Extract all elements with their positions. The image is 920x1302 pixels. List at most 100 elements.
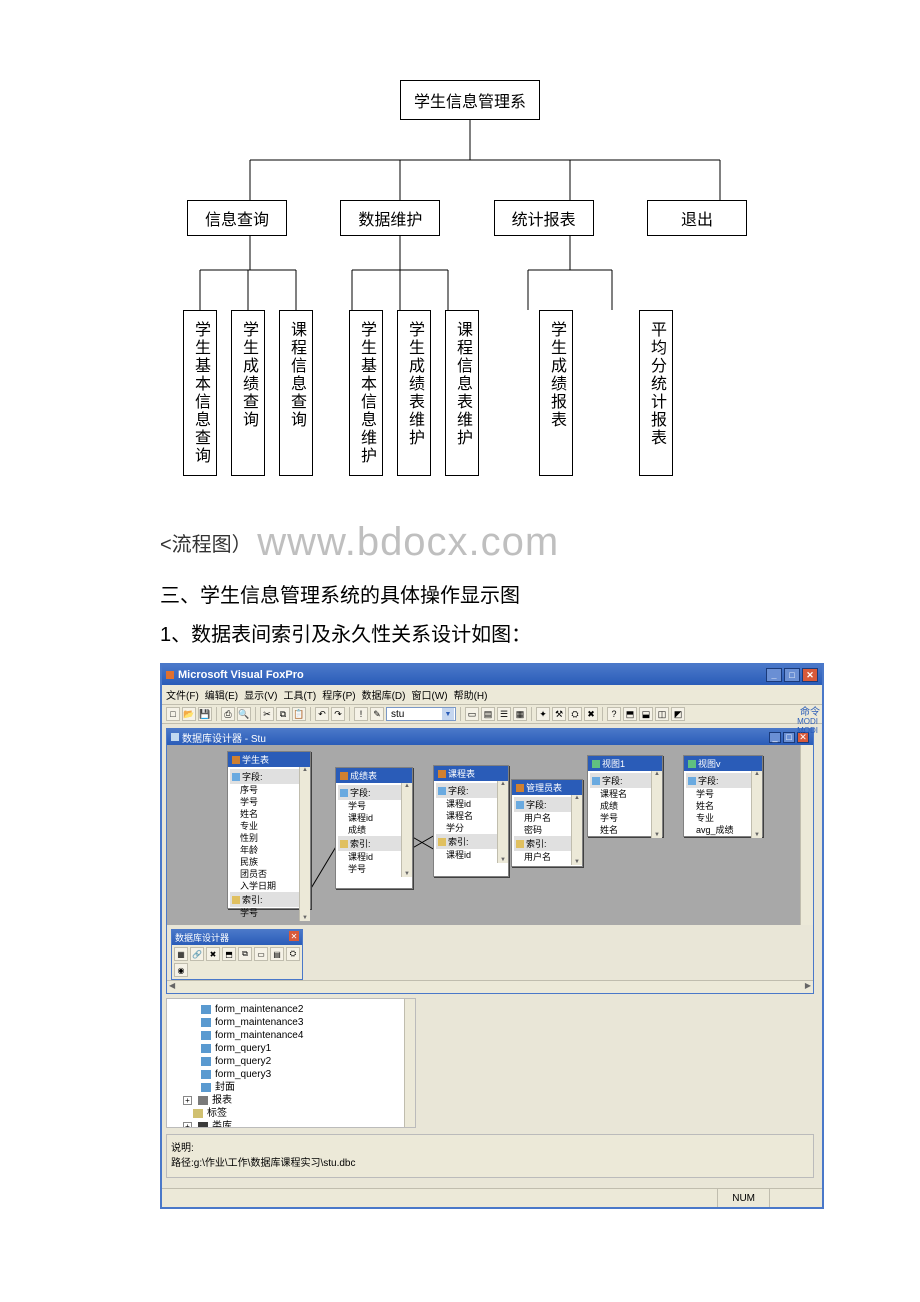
table-student[interactable]: 学生表 字段: 序号 学号 姓名 专业 性别 年龄 民族 团员否 入学日期 索引… <box>227 751 311 909</box>
toolbox-btn-8[interactable]: ⛭ <box>286 947 300 961</box>
new-icon[interactable]: □ <box>166 707 180 721</box>
org-chart: 学生信息管理系 信息查询 数据维护 统计报表 退出 学生基本信息查询 学生成绩查… <box>160 80 780 476</box>
cut-icon[interactable]: ✂ <box>260 707 274 721</box>
scrollbar[interactable] <box>651 771 662 838</box>
db-designer-canvas[interactable]: 学生表 字段: 序号 学号 姓名 专业 性别 年龄 民族 团员否 入学日期 索引… <box>167 745 813 925</box>
tb-2-icon[interactable]: ⬓ <box>639 707 653 721</box>
toolbox-btn-9[interactable]: ◉ <box>174 963 188 977</box>
save-icon[interactable]: 💾 <box>198 707 212 721</box>
open-icon[interactable]: 📂 <box>182 707 196 721</box>
debug-icon[interactable]: ✖ <box>584 707 598 721</box>
canvas-v-scrollbar[interactable] <box>800 745 813 925</box>
undo-icon[interactable]: ↶ <box>315 707 329 721</box>
form-icon[interactable]: ▭ <box>465 707 479 721</box>
menu-view[interactable]: 显示(V) <box>244 687 277 702</box>
menu-tools[interactable]: 工具(T) <box>283 687 316 702</box>
vfp-screenshot: Microsoft Visual FoxPro _ □ ✕ 文件(F) 编辑(E… <box>160 663 824 1209</box>
maximize-button[interactable]: □ <box>784 668 800 682</box>
builder-icon[interactable]: ⚒ <box>552 707 566 721</box>
fields-icon <box>340 789 348 797</box>
preview-icon[interactable]: 🔍 <box>237 707 251 721</box>
fields-icon <box>232 773 240 781</box>
redo-icon[interactable]: ↷ <box>331 707 345 721</box>
project-group: 标签 <box>171 1107 411 1120</box>
minimize-button[interactable]: _ <box>766 668 782 682</box>
form-icon <box>201 1018 211 1027</box>
db-designer-icon <box>171 733 179 741</box>
print-icon[interactable]: ⎙ <box>221 707 235 721</box>
db-designer-title: 数据库设计器 - Stu <box>182 730 266 745</box>
caption-prefix: <流程图） <box>160 534 252 556</box>
tb-4-icon[interactable]: ◩ <box>671 707 685 721</box>
org-l3-0: 学生基本信息查询 <box>183 310 217 476</box>
toolbox-btn-3[interactable]: ✖ <box>206 947 220 961</box>
canvas-h-scrollbar[interactable] <box>167 980 813 993</box>
table-admin[interactable]: 管理员表 字段: 用户名 密码 索引: 用户名 <box>511 779 583 867</box>
app-title: Microsoft Visual FoxPro <box>178 669 304 681</box>
paste-icon[interactable]: 📋 <box>292 707 306 721</box>
form-icon <box>201 1005 211 1014</box>
org-l3-1: 学生成绩查询 <box>231 310 265 476</box>
menu-help[interactable]: 帮助(H) <box>454 687 488 702</box>
run-icon[interactable]: ! <box>354 707 368 721</box>
watermark-text: www.bdocx.com <box>257 520 559 564</box>
project-item: form_query1 <box>171 1042 411 1055</box>
tree-expand-icon[interactable]: + <box>183 1122 192 1128</box>
table-score[interactable]: 成绩表 字段: 学号 课程id 成绩 索引: 课程id 学号 <box>335 767 413 889</box>
close-button[interactable]: ✕ <box>802 668 818 682</box>
fields-icon <box>438 787 446 795</box>
project-item: form_query3 <box>171 1068 411 1081</box>
menu-window[interactable]: 窗口(W) <box>411 687 447 702</box>
toolbox-btn-5[interactable]: ⧉ <box>238 947 252 961</box>
index-icon <box>438 838 446 846</box>
db-designer-toolbox[interactable]: 数据库设计器 ✕ ▦ 🔗 ✖ ⬒ ⧉ ▭ ▤ ⛭ ◉ <box>171 929 303 980</box>
menu-file[interactable]: 文件(F) <box>166 687 199 702</box>
report-icon[interactable]: ☰ <box>497 707 511 721</box>
menu-database[interactable]: 数据库(D) <box>362 687 406 702</box>
table-icon <box>232 756 240 764</box>
view-icon <box>688 760 696 768</box>
menu-program[interactable]: 程序(P) <box>322 687 355 702</box>
inner-max-button[interactable]: □ <box>783 732 795 743</box>
toolbox-btn-2[interactable]: 🔗 <box>190 947 204 961</box>
label-icon <box>193 1109 203 1118</box>
scrollbar[interactable] <box>571 795 582 865</box>
menu-edit[interactable]: 编辑(E) <box>205 687 238 702</box>
form-icon <box>201 1044 211 1053</box>
label-icon[interactable]: ▦ <box>513 707 527 721</box>
toolbox-btn-4[interactable]: ⬒ <box>222 947 236 961</box>
modify-icon[interactable]: ✎ <box>370 707 384 721</box>
org-l3-5: 课程信息表维护 <box>445 310 479 476</box>
view-1[interactable]: 视图1 字段: 课程名 成绩 学号 姓名 <box>587 755 663 837</box>
toolbox-btn-1[interactable]: ▦ <box>174 947 188 961</box>
inner-min-button[interactable]: _ <box>769 732 781 743</box>
database-combo[interactable]: stu <box>386 707 456 721</box>
form-icon <box>201 1057 211 1066</box>
wizard-icon[interactable]: ✦ <box>536 707 550 721</box>
org-l2-info-query: 信息查询 <box>187 200 287 236</box>
scrollbar[interactable] <box>401 783 412 877</box>
scrollbar[interactable] <box>299 767 310 921</box>
class-icon <box>198 1122 208 1128</box>
copy-icon[interactable]: ⧉ <box>276 707 290 721</box>
tb-3-icon[interactable]: ◫ <box>655 707 669 721</box>
table-course[interactable]: 课程表 字段: 课程id 课程名 学分 索引: 课程id <box>433 765 509 877</box>
project-item: form_maintenance2 <box>171 1003 411 1016</box>
trace-icon[interactable]: ⛭ <box>568 707 582 721</box>
toolbox-btn-6[interactable]: ▭ <box>254 947 268 961</box>
toolbox-close-button[interactable]: ✕ <box>289 931 299 941</box>
toolbox-btn-7[interactable]: ▤ <box>270 947 284 961</box>
help-icon[interactable]: ? <box>607 707 621 721</box>
heading-item-1: 1、数据表间索引及永久性关系设计如图： <box>160 618 860 647</box>
view-v[interactable]: 视图v 字段: 学号 姓名 专业 avg_成绩 <box>683 755 763 837</box>
scrollbar[interactable] <box>751 771 762 838</box>
form-icon <box>201 1070 211 1079</box>
tree-expand-icon[interactable]: + <box>183 1096 192 1105</box>
tb-1-icon[interactable]: ⬒ <box>623 707 637 721</box>
org-l3-2: 课程信息查询 <box>279 310 313 476</box>
scrollbar[interactable] <box>497 781 508 863</box>
view-icon <box>592 760 600 768</box>
project-scrollbar[interactable] <box>404 999 415 1127</box>
index-icon <box>340 840 348 848</box>
autoform-icon[interactable]: ▤ <box>481 707 495 721</box>
